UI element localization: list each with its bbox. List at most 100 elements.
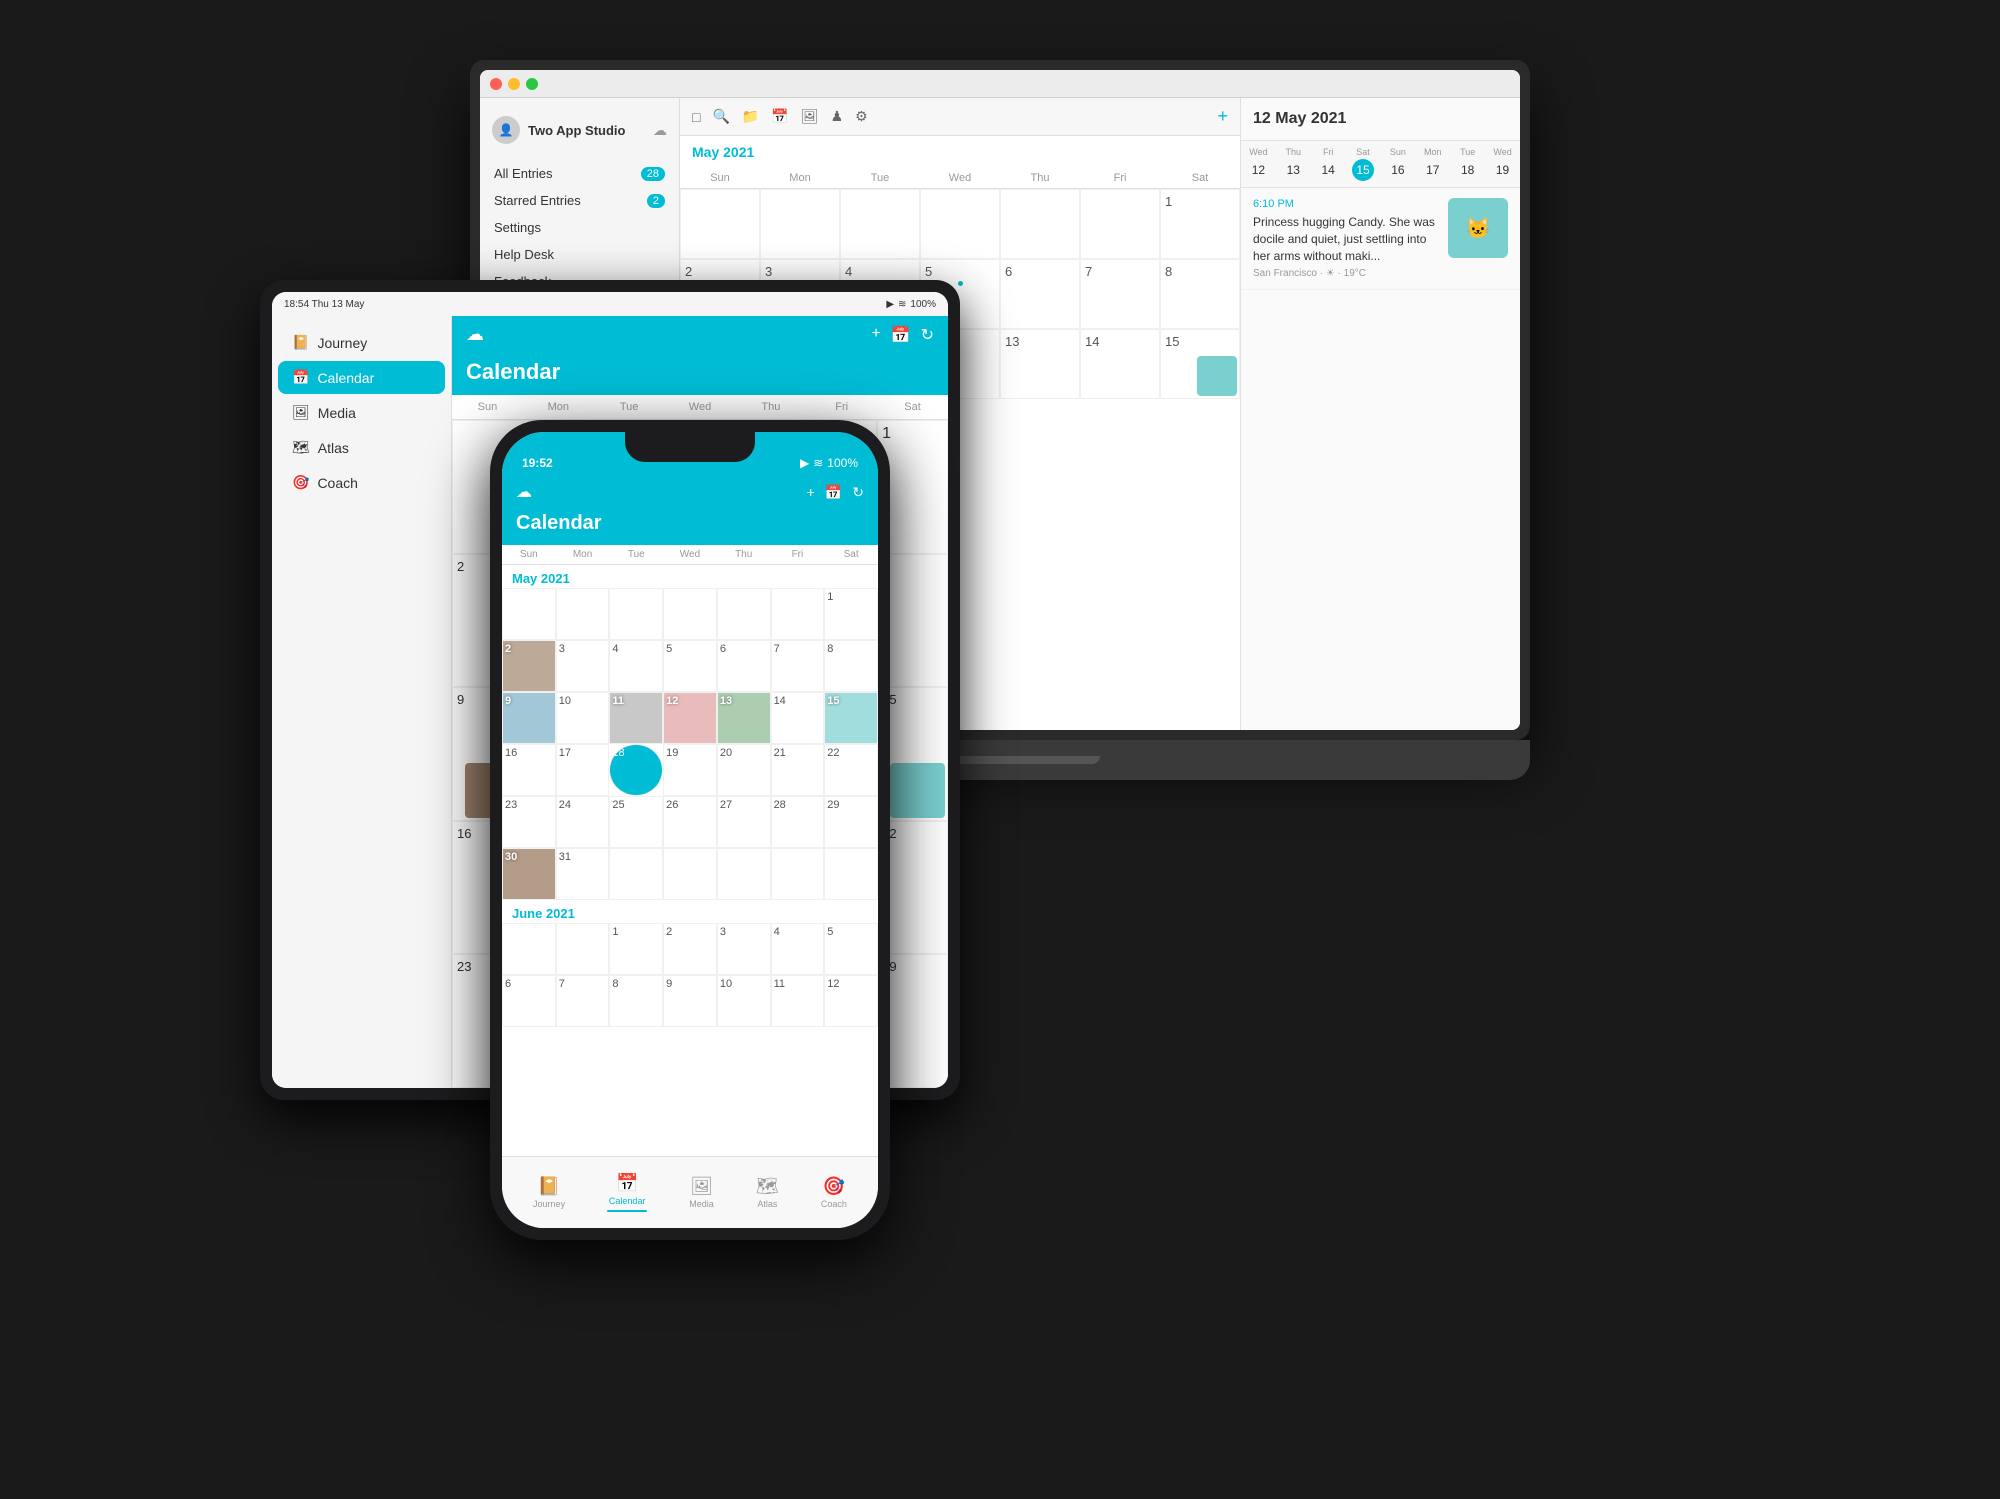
p-may-12[interactable]: 12: [663, 692, 717, 744]
p-may-29[interactable]: 29: [824, 796, 878, 848]
tablet-nav-atlas[interactable]: 🗺 Atlas: [278, 431, 445, 464]
p-may-21[interactable]: 21: [771, 744, 825, 796]
p-may-4[interactable]: 4: [609, 640, 663, 692]
calendar-icon[interactable]: 📅: [771, 108, 788, 125]
p-may-26[interactable]: 26: [663, 796, 717, 848]
p-empty6[interactable]: [771, 588, 825, 640]
p-jun-7[interactable]: 7: [556, 975, 610, 1027]
p-may-10[interactable]: 10: [556, 692, 610, 744]
map-icon[interactable]: ♟: [831, 108, 844, 125]
diary-entry[interactable]: 6:10 PM Princess hugging Candy. She was …: [1241, 188, 1520, 290]
phone-tab-calendar[interactable]: 📅 Calendar: [607, 1173, 647, 1212]
settings-icon[interactable]: ⚙: [855, 108, 868, 125]
close-button[interactable]: [490, 78, 502, 90]
p-empty4[interactable]: [663, 588, 717, 640]
cal-day-1[interactable]: 1: [1160, 189, 1240, 259]
tablet-nav-media[interactable]: 🖼 Media: [278, 396, 445, 429]
sidebar-item-all-entries[interactable]: All Entries 28: [480, 160, 679, 187]
tablet-cal-icon[interactable]: 📅: [891, 325, 911, 345]
p-may-1[interactable]: 1: [824, 588, 878, 640]
p-may-empty5[interactable]: [824, 848, 878, 900]
phone-tab-atlas[interactable]: 🗺 Atlas: [756, 1176, 779, 1209]
week-day-15[interactable]: Sat 15: [1352, 147, 1374, 181]
p-may-23[interactable]: 23: [502, 796, 556, 848]
p-jun-9[interactable]: 9: [663, 975, 717, 1027]
p-may-24[interactable]: 24: [556, 796, 610, 848]
minimize-button[interactable]: [508, 78, 520, 90]
cal-day-empty-1[interactable]: [680, 189, 760, 259]
tablet-sync-icon[interactable]: ↻: [921, 325, 934, 345]
p-may-6[interactable]: 6: [717, 640, 771, 692]
p-may-16[interactable]: 16: [502, 744, 556, 796]
p-jun-4[interactable]: 4: [771, 923, 825, 975]
p-may-20[interactable]: 20: [717, 744, 771, 796]
p-may-31[interactable]: 31: [556, 848, 610, 900]
phone-calendar-content[interactable]: May 2021 1 2 3 4 5 6 7 8 9 10: [502, 565, 878, 1156]
p-may-9[interactable]: 9: [502, 692, 556, 744]
p-may-empty3[interactable]: [717, 848, 771, 900]
sidebar-item-starred-entries[interactable]: Starred Entries 2: [480, 187, 679, 214]
sidebar-item-help-desk[interactable]: Help Desk: [480, 241, 679, 268]
phone-tab-media[interactable]: 🖼 Media: [689, 1176, 714, 1209]
search-icon[interactable]: 🔍: [712, 108, 729, 125]
p-jun-empty1[interactable]: [502, 923, 556, 975]
p-may-empty2[interactable]: [663, 848, 717, 900]
media-icon[interactable]: 🖼: [801, 108, 819, 125]
p-may-empty1[interactable]: [609, 848, 663, 900]
cal-day-empty-2[interactable]: [760, 189, 840, 259]
p-jun-2[interactable]: 2: [663, 923, 717, 975]
cal-day-6[interactable]: 6: [1000, 259, 1080, 329]
p-may-2[interactable]: 2: [502, 640, 556, 692]
cal-day-empty-4[interactable]: [920, 189, 1000, 259]
folder-icon[interactable]: 📁: [742, 108, 759, 125]
sidebar-toggle-icon[interactable]: □: [692, 109, 700, 125]
p-may-25[interactable]: 25: [609, 796, 663, 848]
cal-day-15[interactable]: 15: [1160, 329, 1240, 399]
p-may-8[interactable]: 8: [824, 640, 878, 692]
maximize-button[interactable]: [526, 78, 538, 90]
p-may-17[interactable]: 17: [556, 744, 610, 796]
phone-cal-icon[interactable]: 📅: [825, 484, 842, 501]
cal-day-empty-5[interactable]: [1000, 189, 1080, 259]
add-entry-icon[interactable]: +: [1217, 106, 1228, 127]
p-may-7[interactable]: 7: [771, 640, 825, 692]
p-empty5[interactable]: [717, 588, 771, 640]
p-may-13[interactable]: 13: [717, 692, 771, 744]
phone-sync-icon[interactable]: ↻: [852, 484, 864, 501]
cal-day-empty-6[interactable]: [1080, 189, 1160, 259]
p-jun-8[interactable]: 8: [609, 975, 663, 1027]
tablet-nav-coach[interactable]: 🎯 Coach: [278, 466, 445, 499]
tablet-add-icon[interactable]: +: [871, 325, 880, 345]
p-jun-12[interactable]: 12: [824, 975, 878, 1027]
p-may-11[interactable]: 11: [609, 692, 663, 744]
p-may-empty4[interactable]: [771, 848, 825, 900]
p-jun-10[interactable]: 10: [717, 975, 771, 1027]
p-jun-6[interactable]: 6: [502, 975, 556, 1027]
cal-day-8[interactable]: 8: [1160, 259, 1240, 329]
p-jun-empty2[interactable]: [556, 923, 610, 975]
sidebar-item-settings[interactable]: Settings: [480, 214, 679, 241]
cal-day-13[interactable]: 13: [1000, 329, 1080, 399]
cloud-sync-icon[interactable]: ☁: [653, 122, 667, 139]
phone-add-icon[interactable]: +: [807, 484, 815, 501]
p-may-15[interactable]: 15: [824, 692, 878, 744]
cal-day-7[interactable]: 7: [1080, 259, 1160, 329]
p-may-14[interactable]: 14: [771, 692, 825, 744]
p-empty1[interactable]: [502, 588, 556, 640]
p-may-27[interactable]: 27: [717, 796, 771, 848]
p-may-19[interactable]: 19: [663, 744, 717, 796]
p-may-28[interactable]: 28: [771, 796, 825, 848]
p-may-18[interactable]: 18: [609, 744, 663, 796]
p-may-22[interactable]: 22: [824, 744, 878, 796]
cal-day-empty-3[interactable]: [840, 189, 920, 259]
p-empty3[interactable]: [609, 588, 663, 640]
p-jun-5[interactable]: 5: [824, 923, 878, 975]
p-may-3[interactable]: 3: [556, 640, 610, 692]
p-jun-1[interactable]: 1: [609, 923, 663, 975]
p-may-30[interactable]: 30: [502, 848, 556, 900]
phone-tab-journey[interactable]: 📔 Journey: [533, 1176, 565, 1209]
cal-day-14[interactable]: 14: [1080, 329, 1160, 399]
phone-tab-coach[interactable]: 🎯 Coach: [821, 1176, 847, 1209]
tablet-nav-calendar[interactable]: 📅 Calendar: [278, 361, 445, 394]
p-jun-3[interactable]: 3: [717, 923, 771, 975]
